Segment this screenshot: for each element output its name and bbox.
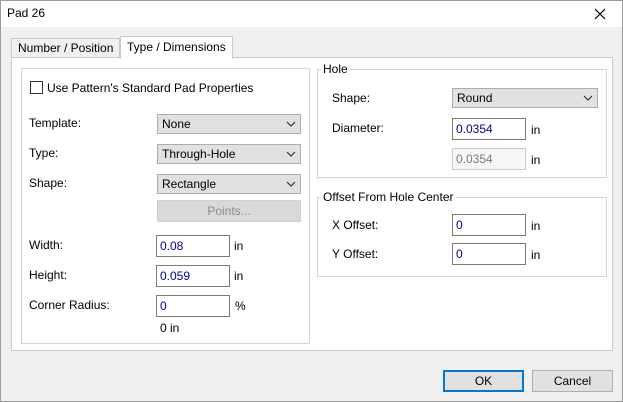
diameter-unit: in	[531, 123, 541, 137]
height-label: Height:	[29, 268, 68, 282]
use-standard-label: Use Pattern's Standard Pad Properties	[47, 81, 254, 95]
offset-group: Offset From Hole Center X Offset: 0 in Y…	[317, 190, 607, 277]
type-value: Through-Hole	[162, 147, 236, 161]
width-unit: in	[234, 239, 244, 253]
title-bar: Pad 26	[1, 1, 622, 27]
hole-secondary-input[interactable]: 0.0354	[452, 148, 526, 170]
corner-radius-label: Corner Radius:	[29, 298, 110, 312]
tab-label: Type / Dimensions	[127, 40, 226, 54]
chevron-down-icon	[286, 181, 296, 187]
ok-button[interactable]: OK	[443, 370, 524, 392]
close-icon[interactable]	[578, 1, 622, 27]
tab-number-position[interactable]: Number / Position	[11, 38, 121, 58]
corner-radius-computed: 0 in	[160, 321, 180, 335]
hole-shape-select[interactable]: Round	[452, 88, 598, 108]
pad-properties-group: Use Pattern's Standard Pad Properties Te…	[21, 68, 310, 344]
y-offset-label: Y Offset:	[332, 247, 379, 261]
offset-group-title: Offset From Hole Center	[321, 190, 456, 204]
hole-secondary-unit: in	[531, 153, 541, 167]
chevron-down-icon	[583, 95, 593, 101]
tab-label: Number / Position	[18, 41, 114, 55]
y-offset-unit: in	[531, 248, 541, 262]
window-title: Pad 26	[7, 6, 46, 20]
width-input[interactable]: 0.08	[156, 235, 230, 257]
tab-page: Use Pattern's Standard Pad Properties Te…	[11, 57, 613, 351]
height-unit: in	[234, 269, 244, 283]
chevron-down-icon	[286, 121, 296, 127]
x-offset-input[interactable]: 0	[452, 214, 526, 236]
width-label: Width:	[29, 238, 64, 252]
diameter-label: Diameter:	[332, 121, 385, 135]
type-select[interactable]: Through-Hole	[157, 144, 301, 164]
hole-shape-value: Round	[457, 91, 493, 105]
template-value: None	[162, 117, 191, 131]
shape-label: Shape:	[29, 176, 68, 190]
template-label: Template:	[29, 116, 82, 130]
height-input[interactable]: 0.059	[156, 265, 230, 287]
shape-select[interactable]: Rectangle	[157, 174, 301, 194]
x-offset-label: X Offset:	[332, 218, 379, 232]
hole-shape-label: Shape:	[332, 91, 371, 105]
corner-radius-input[interactable]: 0	[156, 295, 230, 317]
x-offset-unit: in	[531, 219, 541, 233]
type-label: Type:	[29, 146, 59, 160]
tab-type-dimensions[interactable]: Type / Dimensions	[120, 36, 233, 59]
template-select[interactable]: None	[157, 114, 301, 134]
shape-value: Rectangle	[162, 177, 217, 191]
corner-radius-unit: %	[235, 299, 246, 313]
y-offset-input[interactable]: 0	[452, 243, 526, 265]
use-standard-checkbox[interactable]	[30, 81, 43, 94]
dialog-window: Pad 26 Number / Position Type / Dimensio…	[0, 0, 623, 402]
cancel-button[interactable]: Cancel	[532, 370, 613, 392]
chevron-down-icon	[286, 151, 296, 157]
hole-group-title: Hole	[321, 62, 350, 76]
diameter-input[interactable]: 0.0354	[452, 118, 526, 140]
hole-group: Hole Shape: Round Diameter: 0.0354 in 0.…	[317, 62, 607, 178]
points-button[interactable]: Points...	[157, 200, 301, 222]
